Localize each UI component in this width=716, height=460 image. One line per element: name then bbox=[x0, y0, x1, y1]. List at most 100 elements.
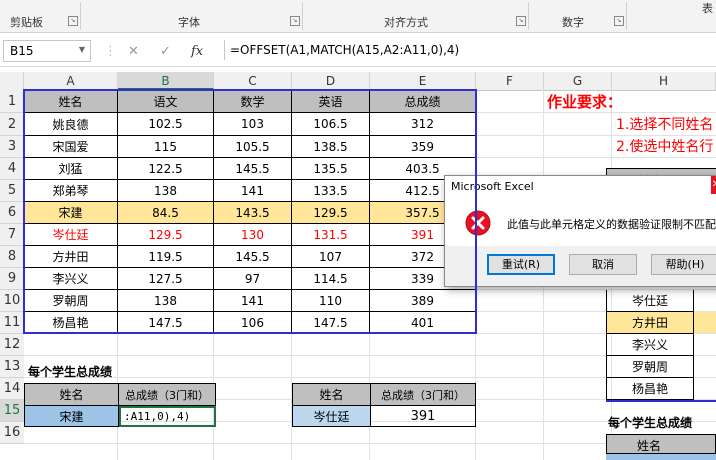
column-header-a[interactable]: A bbox=[24, 72, 118, 90]
table-cell-math[interactable]: 130 bbox=[214, 224, 292, 246]
formula-input[interactable]: =OFFSET(A1,MATCH(A15,A2:A11,0),4) bbox=[224, 40, 715, 60]
row-header-8[interactable]: 8 bbox=[0, 246, 24, 268]
styles-group-label: 表 bbox=[702, 2, 713, 15]
name-box[interactable]: B15 ▼ bbox=[3, 40, 91, 62]
ribbon-group-strip: 剪贴板 ↘ 字体 ↘ 对齐方式 ↘ 数字 ↘ 表 bbox=[0, 0, 716, 33]
summary-title: 每个学生总成绩 bbox=[28, 365, 113, 379]
column-header-e[interactable]: E bbox=[370, 72, 476, 90]
row-header-14[interactable]: 14 bbox=[0, 378, 24, 400]
row-header-1[interactable]: 1 bbox=[0, 90, 24, 113]
table-cell-total[interactable]: 359 bbox=[370, 136, 476, 158]
table-cell-name[interactable]: 罗朝周 bbox=[24, 290, 118, 312]
enter-formula-icon[interactable]: ✓ bbox=[160, 44, 171, 59]
table-cell-chinese[interactable]: 119.5 bbox=[118, 246, 214, 268]
table-cell-name[interactable]: 刘猛 bbox=[24, 158, 118, 180]
row-header-10[interactable]: 10 bbox=[0, 290, 24, 312]
row-header-5[interactable]: 5 bbox=[0, 180, 24, 202]
row-header-2[interactable]: 2 bbox=[0, 113, 24, 136]
table-cell-math[interactable]: 145.5 bbox=[214, 158, 292, 180]
dialog-titlebar[interactable]: Microsoft Excel ✕ bbox=[445, 176, 716, 198]
row-header-7[interactable]: 7 bbox=[0, 224, 24, 246]
table-cell-math[interactable]: 105.5 bbox=[214, 136, 292, 158]
select-all-corner[interactable] bbox=[0, 72, 24, 90]
table-cell-name[interactable]: 宋建 bbox=[24, 202, 118, 224]
table-cell-total[interactable]: 389 bbox=[370, 290, 476, 312]
font-launcher-icon[interactable]: ↘ bbox=[290, 16, 300, 26]
table-cell-chinese[interactable]: 147.5 bbox=[118, 312, 214, 334]
table-cell-name[interactable]: 宋国爱 bbox=[24, 136, 118, 158]
row-header-12[interactable]: 12 bbox=[0, 334, 24, 356]
table-cell-english[interactable]: 131.5 bbox=[292, 224, 370, 246]
row-header-4[interactable]: 4 bbox=[0, 158, 24, 180]
table-cell-math[interactable]: 141 bbox=[214, 290, 292, 312]
row-header-9[interactable]: 9 bbox=[0, 268, 24, 290]
summary-left-name-cell[interactable]: 宋建 bbox=[25, 406, 119, 427]
column-header-f[interactable]: F bbox=[476, 72, 544, 90]
bg-table-name-cell: 李兴义 bbox=[606, 334, 694, 356]
table-cell-name[interactable]: 方井田 bbox=[24, 246, 118, 268]
table-cell-english[interactable]: 147.5 bbox=[292, 312, 370, 334]
clipboard-group-label: 剪贴板 bbox=[10, 16, 43, 29]
column-header-b[interactable]: B bbox=[118, 72, 214, 90]
table-cell-math[interactable]: 145.5 bbox=[214, 246, 292, 268]
table-cell-english[interactable]: 110 bbox=[292, 290, 370, 312]
formula-bar: B15 ▼ ⋮ ✕ ✓ fx =OFFSET(A1,MATCH(A15,A2:A… bbox=[0, 36, 716, 67]
table-cell-chinese[interactable]: 127.5 bbox=[118, 268, 214, 290]
table-cell-math[interactable]: 141 bbox=[214, 180, 292, 202]
table-cell-name[interactable]: 李兴义 bbox=[24, 268, 118, 290]
summary-left-formula-cell[interactable]: :A11,0),4) bbox=[119, 406, 216, 427]
table-cell-english[interactable]: 106.5 bbox=[292, 113, 370, 136]
insert-function-icon[interactable]: fx bbox=[191, 44, 203, 59]
table-cell-math[interactable]: 97 bbox=[214, 268, 292, 290]
bg-table-name-cell: 罗朝周 bbox=[606, 356, 694, 378]
table-cell-math[interactable]: 143.5 bbox=[214, 202, 292, 224]
summary-left-score-header: 总成绩（3门和） bbox=[119, 384, 216, 406]
table-cell-name[interactable]: 姚良德 bbox=[24, 113, 118, 136]
table-cell-total[interactable]: 312 bbox=[370, 113, 476, 136]
bg-summary-cell bbox=[606, 454, 716, 460]
table-cell-english[interactable]: 114.5 bbox=[292, 268, 370, 290]
close-icon[interactable]: ✕ bbox=[711, 176, 716, 194]
row-header-16[interactable]: 16 bbox=[0, 422, 24, 444]
table-cell-chinese[interactable]: 115 bbox=[118, 136, 214, 158]
row-header-6[interactable]: 6 bbox=[0, 202, 24, 224]
table-cell-name[interactable]: 郑弟琴 bbox=[24, 180, 118, 202]
row-header-13[interactable]: 13 bbox=[0, 356, 24, 378]
summary-right-name-cell[interactable]: 岑仕廷 bbox=[293, 406, 371, 427]
cancel-formula-icon[interactable]: ✕ bbox=[128, 44, 139, 59]
summary-right-name-header: 姓名 bbox=[293, 384, 371, 406]
table-cell-name[interactable]: 岑仕廷 bbox=[24, 224, 118, 246]
chevron-down-icon[interactable]: ▼ bbox=[79, 45, 85, 54]
table-cell-chinese[interactable]: 102.5 bbox=[118, 113, 214, 136]
row-header-15[interactable]: 15 bbox=[0, 400, 24, 422]
column-header-g[interactable]: G bbox=[544, 72, 612, 90]
clipboard-launcher-icon[interactable]: ↘ bbox=[68, 16, 78, 26]
help-button[interactable]: 帮助(H) bbox=[651, 254, 716, 275]
column-header-d[interactable]: D bbox=[292, 72, 370, 90]
table-cell-chinese[interactable]: 138 bbox=[118, 180, 214, 202]
table-cell-chinese[interactable]: 84.5 bbox=[118, 202, 214, 224]
table-cell-english[interactable]: 107 bbox=[292, 246, 370, 268]
table-cell-english[interactable]: 133.5 bbox=[292, 180, 370, 202]
table-cell-english[interactable]: 129.5 bbox=[292, 202, 370, 224]
column-header-c[interactable]: C bbox=[214, 72, 292, 90]
table-cell-name[interactable]: 杨昌艳 bbox=[24, 312, 118, 334]
column-header-h[interactable]: H bbox=[612, 72, 716, 90]
bg-table-highlight-extension bbox=[694, 312, 716, 333]
retry-button[interactable]: 重试(R) bbox=[487, 254, 555, 275]
row-header-3[interactable]: 3 bbox=[0, 136, 24, 158]
table-cell-english[interactable]: 135.5 bbox=[292, 158, 370, 180]
cancel-button[interactable]: 取消 bbox=[569, 254, 637, 275]
bg-table-bottom-border bbox=[606, 400, 716, 402]
row-header-11[interactable]: 11 bbox=[0, 312, 24, 334]
table-cell-total[interactable]: 401 bbox=[370, 312, 476, 334]
alignment-launcher-icon[interactable]: ↘ bbox=[516, 16, 526, 26]
table-cell-chinese[interactable]: 129.5 bbox=[118, 224, 214, 246]
table-cell-english[interactable]: 138.5 bbox=[292, 136, 370, 158]
formula-text: =OFFSET(A1,MATCH(A15,A2:A11,0),4) bbox=[230, 43, 460, 57]
table-cell-math[interactable]: 103 bbox=[214, 113, 292, 136]
table-cell-chinese[interactable]: 138 bbox=[118, 290, 214, 312]
number-launcher-icon[interactable]: ↘ bbox=[614, 16, 624, 26]
table-cell-math[interactable]: 106 bbox=[214, 312, 292, 334]
table-cell-chinese[interactable]: 122.5 bbox=[118, 158, 214, 180]
